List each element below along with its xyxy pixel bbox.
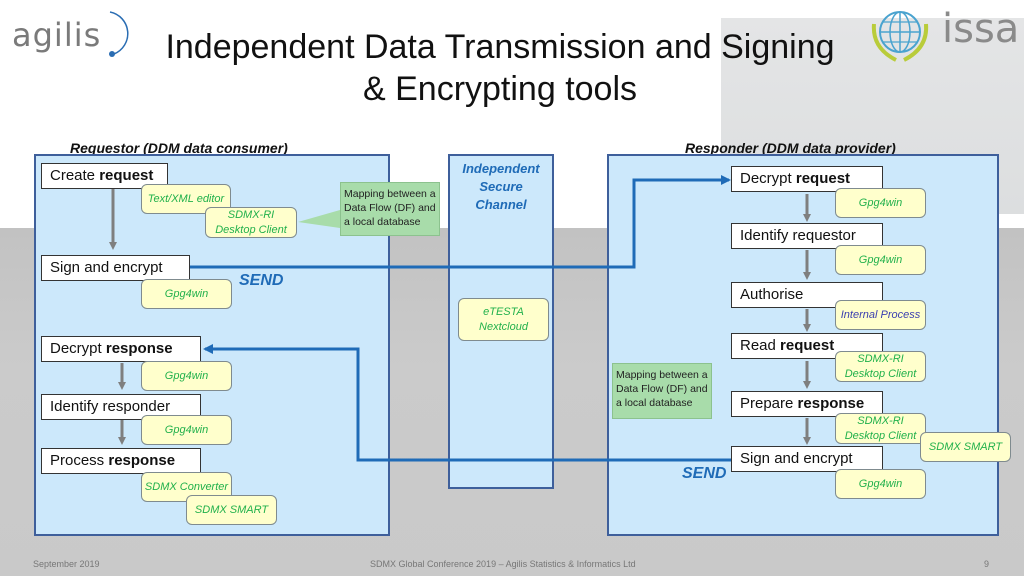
channel-title: Independent Secure Channel <box>462 161 540 212</box>
page-title: Independent Data Transmission and Signin… <box>150 26 850 110</box>
tool-gpg4win-sign: Gpg4win <box>141 279 232 309</box>
tool-r-sdmx-smart: SDMX SMART <box>920 432 1011 462</box>
tool-sdmx-smart: SDMX SMART <box>186 495 277 525</box>
tool-sdmx-ri-desktop-client: SDMX-RI Desktop Client <box>205 207 297 238</box>
tool-r-gpg4win-decrypt: Gpg4win <box>835 188 926 218</box>
step-process-response: Process response <box>41 448 201 474</box>
step-sign-and-encrypt: Sign and encrypt <box>41 255 190 281</box>
agilis-logo: agilis <box>10 6 140 62</box>
tool-etesta-nextcloud: eTESTA Nextcloud <box>458 298 549 341</box>
agilis-arc-icon <box>109 11 129 57</box>
tool-r-gpg4win-identify: Gpg4win <box>835 245 926 275</box>
callout-mapping-requestor: Mapping between a Data Flow (DF) and a l… <box>340 182 440 236</box>
tool-r-gpg4win-sign: Gpg4win <box>835 469 926 499</box>
send-label-requestor: SEND <box>239 272 284 289</box>
footer-date: September 2019 <box>33 559 100 569</box>
footer-conference: SDMX Global Conference 2019 – Agilis Sta… <box>370 559 636 569</box>
tool-gpg4win-identify: Gpg4win <box>141 415 232 445</box>
issa-logo-text: issa <box>942 6 1020 52</box>
page-title-line-2: & Encrypting tools <box>362 70 638 108</box>
tool-r-internal-process: Internal Process <box>835 300 926 330</box>
footer-page-number: 9 <box>984 559 990 569</box>
issa-logo: issa <box>862 4 1022 66</box>
page-title-line-1: Independent Data Transmission and Signin… <box>165 28 835 66</box>
step-decrypt-response: Decrypt response <box>41 336 201 362</box>
tool-gpg4win-decrypt: Gpg4win <box>141 361 232 391</box>
send-label-responder: SEND <box>682 465 727 482</box>
tool-r-sdmx-ri-read: SDMX-RI Desktop Client <box>835 351 926 382</box>
callout-mapping-responder: Mapping between a Data Flow (DF) and a l… <box>612 363 712 419</box>
tool-r-sdmx-ri-prepare: SDMX-RI Desktop Client <box>835 413 926 444</box>
globe-laurel-icon <box>871 11 929 62</box>
